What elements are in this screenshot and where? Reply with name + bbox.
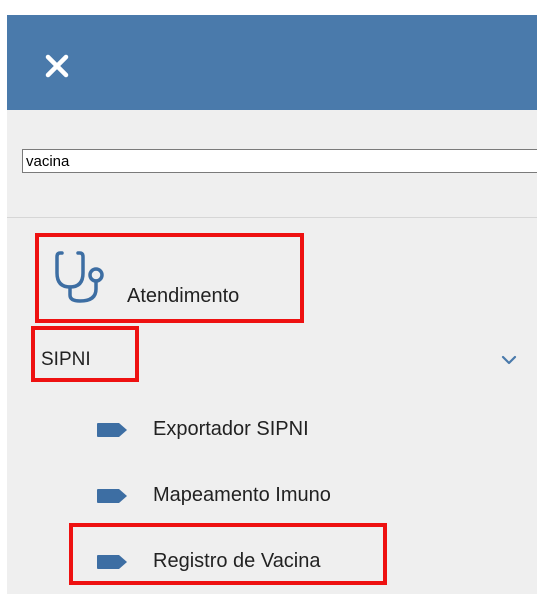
tag-icon bbox=[97, 489, 127, 503]
tag-icon bbox=[97, 423, 127, 437]
menu-item-label: Atendimento bbox=[127, 285, 240, 307]
tag-icon bbox=[97, 555, 127, 569]
menu-header bbox=[7, 15, 537, 110]
submenu-item-label: Mapeamento Imuno bbox=[153, 484, 331, 506]
submenu-item-mapeamento-imuno[interactable]: Mapeamento Imuno bbox=[7, 471, 537, 521]
search-input[interactable] bbox=[22, 149, 537, 173]
divider bbox=[7, 217, 537, 218]
menu-group-sipni[interactable]: SIPNI bbox=[7, 333, 537, 389]
menu-item-atendimento[interactable]: Atendimento bbox=[42, 237, 304, 323]
submenu-item-exportador-sipni[interactable]: Exportador SIPNI bbox=[7, 405, 537, 455]
close-icon bbox=[45, 54, 69, 78]
side-menu-panel: Atendimento SIPNI Exportador SIPNI Mapea… bbox=[7, 15, 537, 594]
chevron-down-icon bbox=[501, 355, 517, 365]
stethoscope-icon bbox=[55, 251, 104, 303]
submenu-item-label: Exportador SIPNI bbox=[153, 418, 309, 440]
close-button[interactable] bbox=[40, 49, 74, 83]
submenu-item-registro-de-vacina[interactable]: Registro de Vacina bbox=[7, 537, 537, 587]
menu-group-label: SIPNI bbox=[41, 349, 91, 370]
submenu-item-label: Registro de Vacina bbox=[153, 550, 321, 572]
